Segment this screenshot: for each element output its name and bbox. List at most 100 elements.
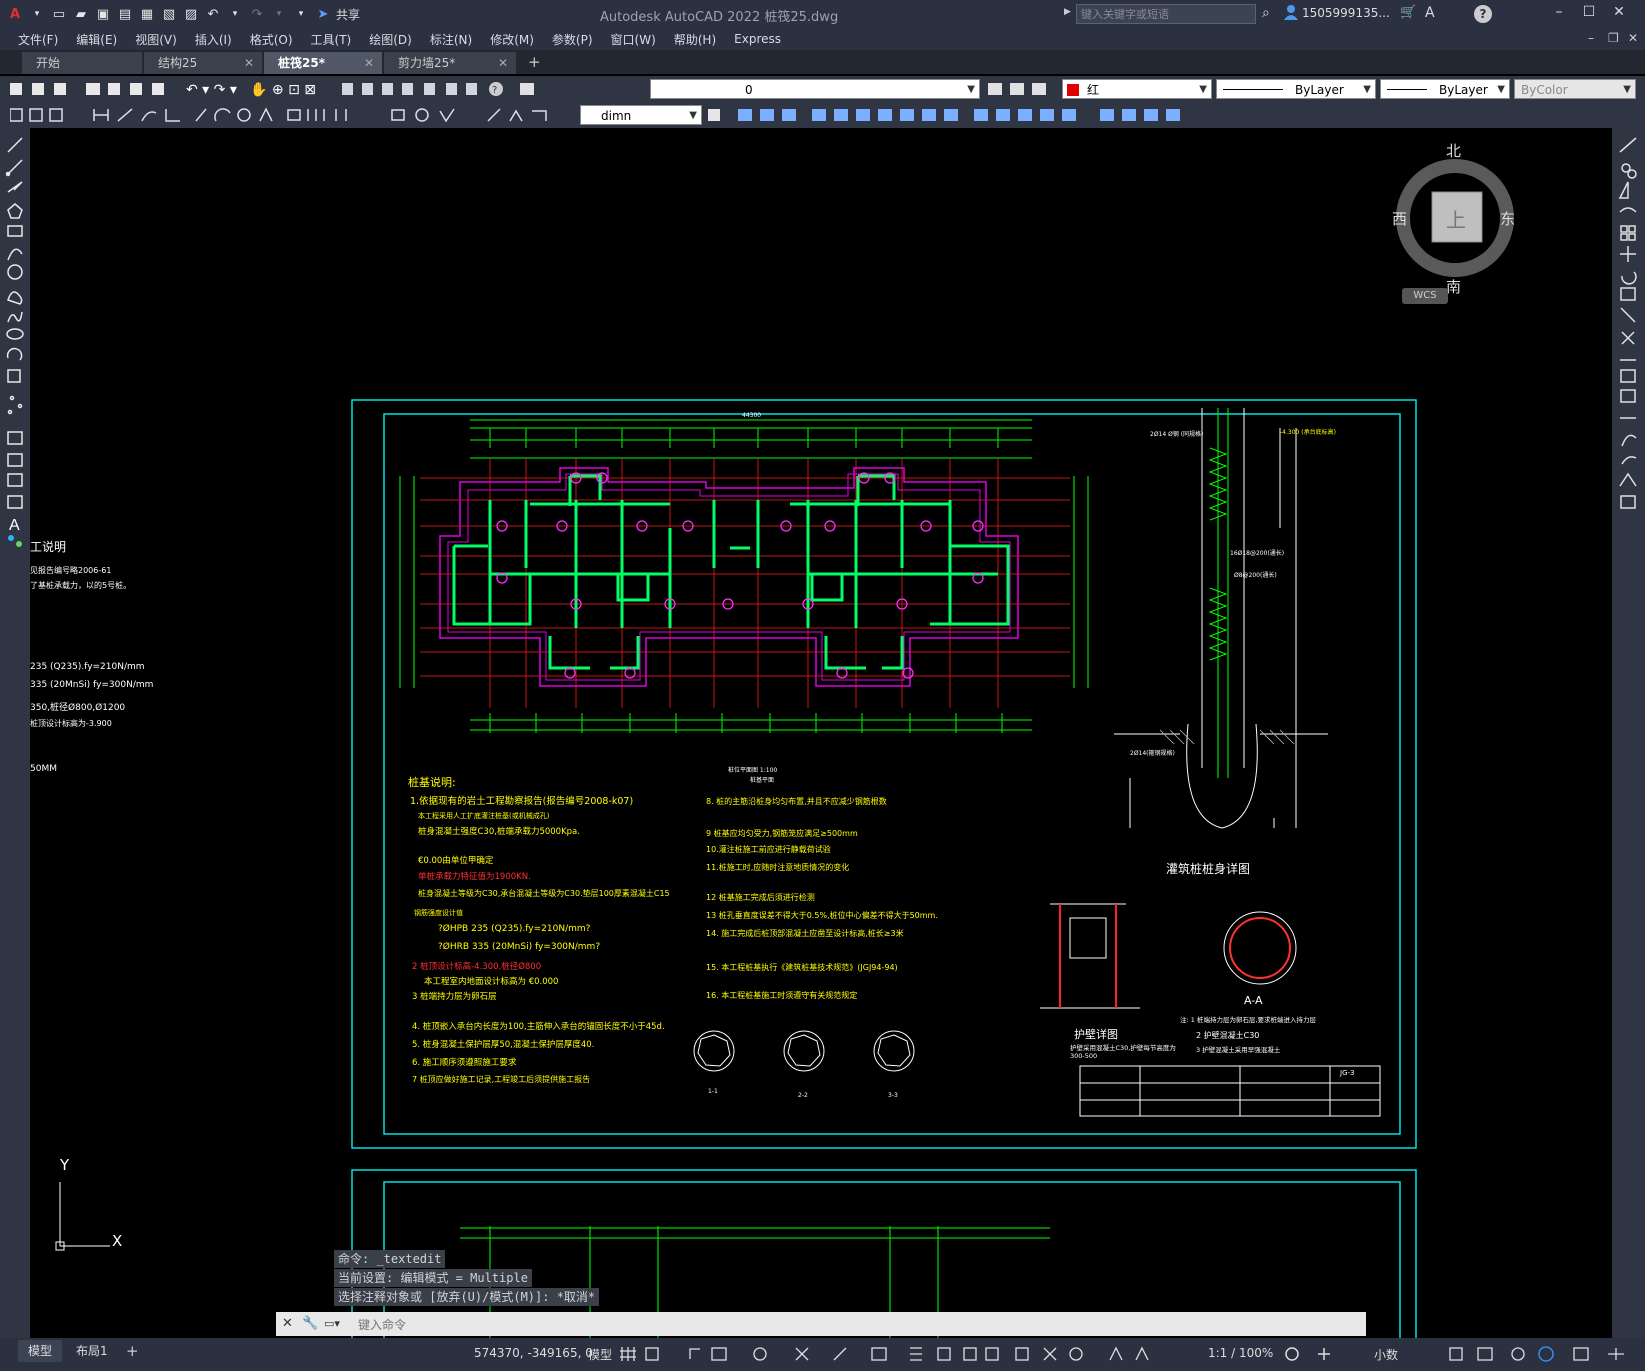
menu-insert[interactable]: 插入(I) xyxy=(195,31,232,48)
drawing-canvas[interactable]: 工说明 见报告编号略2006-61 了基桩承载力，以的5号桩。 235 (Q23… xyxy=(30,128,1612,1338)
annotation-scale[interactable]: 1:1 / 100% xyxy=(1208,1346,1273,1360)
tab-close-icon[interactable]: ✕ xyxy=(498,52,508,74)
layer-dropdown[interactable]: 0 ▼ xyxy=(650,79,980,99)
menu-help[interactable]: 帮助(H) xyxy=(674,31,716,48)
menu-parameters[interactable]: 参数(P) xyxy=(552,31,593,48)
new-file-icon[interactable]: ▭ xyxy=(50,5,68,23)
tab-pile-raft25[interactable]: 桩筏25* ✕ xyxy=(264,52,382,74)
pile-detail-label: 16Ø18@200(通长) xyxy=(1230,550,1285,557)
menu-view[interactable]: 视图(V) xyxy=(135,31,177,48)
help-icon[interactable]: ? xyxy=(1474,5,1492,23)
tab-label: 桩筏25* xyxy=(278,56,325,70)
viewcube[interactable]: 北 南 西 东 上 xyxy=(1370,140,1540,310)
document-tab-bar: 开始 结构25 ✕ 桩筏25* ✕ 剪力墙25* ✕ + xyxy=(0,50,1645,74)
menu-modify[interactable]: 修改(M) xyxy=(490,31,534,48)
lineweight-value: ByLayer xyxy=(1439,83,1488,97)
menu-tools[interactable]: 工具(T) xyxy=(311,31,352,48)
tab-layout1[interactable]: 布局1 xyxy=(66,1340,118,1362)
draw-toolbar-icons[interactable]: A xyxy=(0,128,30,568)
search-input[interactable]: 键入关键字或短语 xyxy=(1076,4,1256,24)
pile-note-right: 16. 本工程桩基施工时须遵守有关规范规定 xyxy=(706,991,858,1000)
command-close-icon[interactable]: ✕ xyxy=(282,1316,293,1331)
modify-toolbar-vertical-icons[interactable] xyxy=(1612,128,1645,528)
viewcube-east[interactable]: 东 xyxy=(1500,208,1515,229)
doc-close-icon[interactable]: ✕ xyxy=(1628,31,1638,45)
cart-icon[interactable]: 🛒 xyxy=(1400,5,1416,20)
close-icon[interactable]: ✕ xyxy=(1608,4,1630,24)
app-menu-chevron-icon[interactable]: ▾ xyxy=(28,5,46,23)
new-tab-icon[interactable]: + xyxy=(528,53,541,71)
linetype-dropdown[interactable]: ByLayer ▼ xyxy=(1216,79,1376,99)
maximize-icon[interactable]: ☐ xyxy=(1578,4,1600,24)
dimstyle-dropdown[interactable]: dimn ▼ xyxy=(580,105,702,125)
menu-dimension[interactable]: 标注(N) xyxy=(430,31,472,48)
pile-note: 单桩承载力特征值为1900KN. xyxy=(418,872,531,882)
menu-file[interactable]: 文件(F) xyxy=(18,31,58,48)
tab-shear-wall25[interactable]: 剪力墙25* ✕ xyxy=(384,52,516,74)
coordinate-readout[interactable]: 574370, -349165, 0 xyxy=(474,1346,593,1360)
color-dropdown[interactable]: 红 ▼ xyxy=(1062,79,1212,99)
add-layout-icon[interactable]: + xyxy=(126,1342,139,1360)
customize-quick-access-icon[interactable]: ▾ xyxy=(292,5,310,23)
share-button[interactable]: 共享 xyxy=(336,6,360,23)
undo-chevron-icon[interactable]: ▾ xyxy=(226,5,244,23)
menu-edit[interactable]: 编辑(E) xyxy=(76,31,117,48)
command-prompt-icon[interactable]: ▭▾ xyxy=(324,1317,340,1330)
menu-window[interactable]: 窗口(W) xyxy=(611,31,656,48)
tab-close-icon[interactable]: ✕ xyxy=(244,52,254,74)
status-right-icons[interactable] xyxy=(1448,1345,1638,1363)
undo-icon[interactable]: ↶ xyxy=(204,5,222,23)
pile-note-right: 12 桩基施工完成后须进行检测 xyxy=(706,893,815,902)
save-as-icon[interactable]: ▤ xyxy=(116,5,134,23)
chevron-down-icon: ▼ xyxy=(1199,84,1207,95)
modify-toolbar-icons[interactable] xyxy=(708,107,1208,123)
menu-format[interactable]: 格式(O) xyxy=(250,31,293,48)
redo-icon[interactable]: ↷ xyxy=(248,5,266,23)
viewcube-top-face[interactable]: 上 xyxy=(1446,204,1466,233)
pile-note: 5. 桩身混凝土保护层厚50,混凝土保护层厚度40. xyxy=(412,1040,595,1050)
command-input[interactable] xyxy=(356,1314,1350,1336)
svg-text:✋ ⊕ ⊡ ⊠: ✋ ⊕ ⊡ ⊠ xyxy=(250,81,316,97)
layer-tools-icons[interactable] xyxy=(988,81,1048,97)
doc-minimize-icon[interactable]: – xyxy=(1588,31,1594,45)
viewcube-north[interactable]: 北 xyxy=(1446,140,1461,161)
menu-draw[interactable]: 绘图(D) xyxy=(369,31,412,48)
doc-restore-icon[interactable]: ❐ xyxy=(1608,31,1619,45)
print-icon[interactable]: ▨ xyxy=(182,5,200,23)
dimension-toolbar-icons[interactable] xyxy=(10,107,580,123)
open-file-icon[interactable]: ▰ xyxy=(72,5,90,23)
tab-close-icon[interactable]: ✕ xyxy=(364,52,374,74)
search-arrow-icon[interactable]: ▶ xyxy=(1064,7,1071,17)
command-customize-icon[interactable]: 🔧 xyxy=(302,1316,318,1331)
dimension-toolbar: dimn ▼ xyxy=(0,102,1645,128)
lineweight-dropdown[interactable]: ByLayer ▼ xyxy=(1380,79,1510,99)
units-display[interactable]: 小数 xyxy=(1374,1346,1398,1363)
account-a-icon[interactable]: A xyxy=(1425,5,1435,21)
model-space-button[interactable]: 模型 xyxy=(588,1346,612,1363)
left-note: 50MM xyxy=(30,764,57,774)
status-toggle-icons[interactable] xyxy=(620,1345,1200,1363)
status-settings-icons[interactable] xyxy=(1282,1345,1352,1363)
ucs-x-label: X xyxy=(112,1232,123,1250)
search-icon[interactable]: ⌕ xyxy=(1262,5,1270,21)
share-icon[interactable]: ➤ xyxy=(314,5,332,23)
redo-chevron-icon[interactable]: ▾ xyxy=(270,5,288,23)
app-menu-icon[interactable]: A xyxy=(6,5,24,23)
minimize-icon[interactable]: – xyxy=(1548,4,1570,24)
save-icon[interactable]: ▣ xyxy=(94,5,112,23)
pile-detail-label: Ø8@200(通长) xyxy=(1234,572,1277,579)
tab-structure25[interactable]: 结构25 ✕ xyxy=(144,52,262,74)
chevron-down-icon: ▼ xyxy=(1363,84,1371,95)
standard-toolbar-icons[interactable]: ↶ ▾ ↷ ▾ ✋ ⊕ ⊡ ⊠ ? xyxy=(10,81,650,97)
save-web-icon[interactable]: ▧ xyxy=(160,5,178,23)
user-icon[interactable] xyxy=(1284,4,1298,20)
menu-express[interactable]: Express xyxy=(734,32,781,46)
viewcube-west[interactable]: 西 xyxy=(1392,208,1407,229)
open-web-icon[interactable]: ▦ xyxy=(138,5,156,23)
viewcube-south[interactable]: 南 xyxy=(1446,276,1461,297)
tab-model[interactable]: 模型 xyxy=(18,1340,63,1362)
plotstyle-dropdown[interactable]: ByColor ▼ xyxy=(1514,79,1636,99)
wcs-menu-button[interactable]: WCS xyxy=(1402,288,1448,304)
user-name[interactable]: 1505999135... xyxy=(1302,6,1390,20)
tab-start[interactable]: 开始 xyxy=(22,52,142,74)
